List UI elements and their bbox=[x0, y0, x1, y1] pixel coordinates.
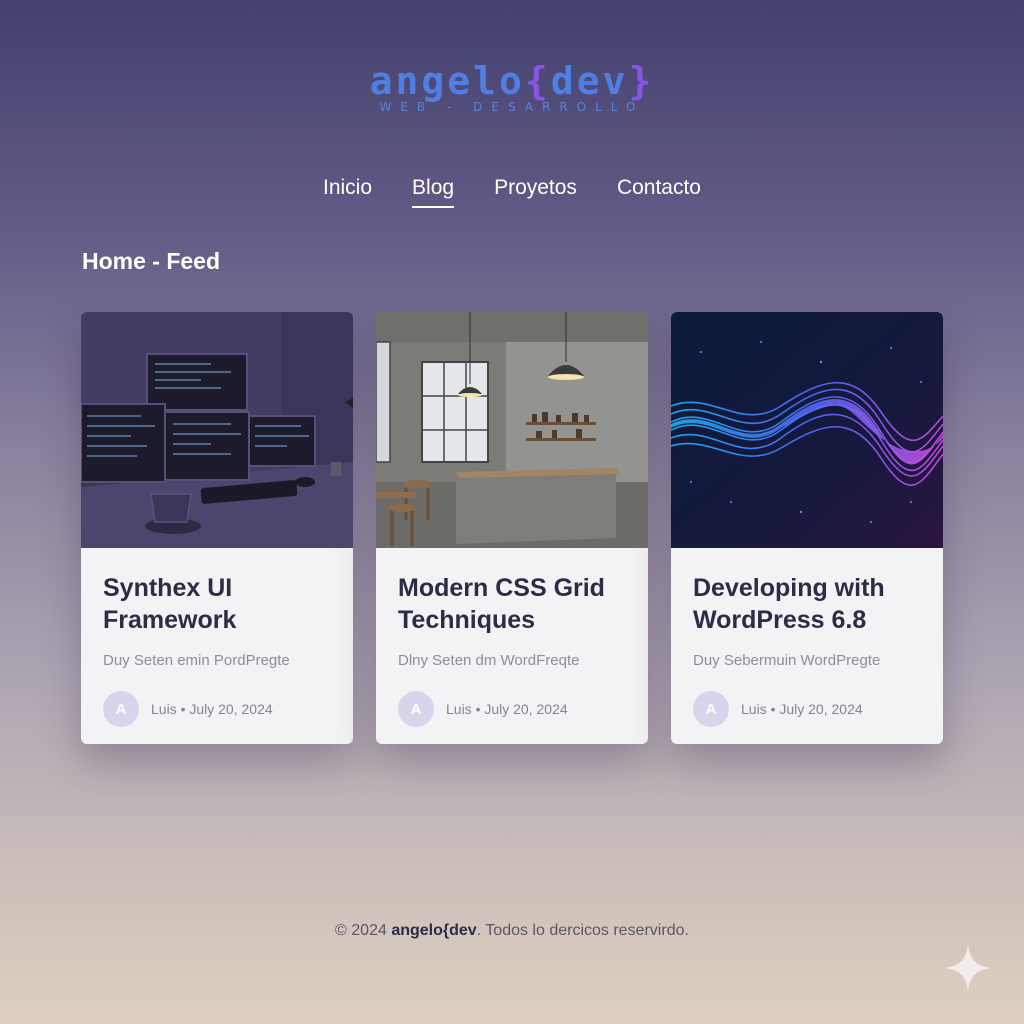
logo-accent: dev bbox=[550, 59, 629, 103]
post-title[interactable]: Developing with WordPress 6.8 bbox=[693, 572, 921, 636]
nav-item-inicio[interactable]: Inicio bbox=[323, 176, 372, 208]
post-card[interactable]: Modern CSS Grid Techniques Dlny Seten dm… bbox=[376, 312, 648, 744]
post-image-concrete-kitchen[interactable] bbox=[376, 312, 648, 548]
footer-copyright: © 2024 bbox=[335, 922, 387, 939]
post-excerpt: Dlny Seten dm WordFreqte bbox=[398, 652, 580, 669]
logo-wordmark: angelo{dev} bbox=[0, 62, 1024, 100]
site-logo[interactable]: angelo{dev} WEB - DESARROLLO bbox=[0, 62, 1024, 114]
logo-brace-close: } bbox=[628, 59, 655, 103]
post-excerpt: Duy Sebermuin WordPregte bbox=[693, 652, 881, 669]
nav-item-blog[interactable]: Blog bbox=[412, 176, 455, 208]
post-card-body: Modern CSS Grid Techniques Dlny Seten dm… bbox=[376, 548, 648, 727]
page-title: Home - Feed bbox=[82, 248, 221, 274]
footer-brand: angelo{dev bbox=[391, 922, 477, 939]
main-nav: Inicio Blog Proyetos Contacto bbox=[0, 176, 1024, 208]
post-author-date: Luis • July 20, 2024 bbox=[151, 701, 273, 717]
post-author-date: Luis • July 20, 2024 bbox=[741, 701, 863, 717]
nav-item-proyetos[interactable]: Proyetos bbox=[494, 176, 577, 208]
sparkle-icon bbox=[940, 940, 996, 996]
post-grid: Synthex UI Framework Duy Seten emin Pord… bbox=[81, 312, 943, 744]
post-meta: A Luis • July 20, 2024 bbox=[103, 691, 331, 727]
nav-item-contacto[interactable]: Contacto bbox=[617, 176, 701, 208]
logo-name: angelo bbox=[369, 59, 525, 103]
post-author-date: Luis • July 20, 2024 bbox=[446, 701, 568, 717]
post-title[interactable]: Modern CSS Grid Techniques bbox=[398, 572, 626, 636]
avatar: A bbox=[103, 691, 139, 727]
post-title[interactable]: Synthex UI Framework bbox=[103, 572, 331, 636]
post-card[interactable]: Developing with WordPress 6.8 Duy Seberm… bbox=[671, 312, 943, 744]
post-meta: A Luis • July 20, 2024 bbox=[693, 691, 921, 727]
avatar: A bbox=[398, 691, 434, 727]
post-image-particle-wave[interactable] bbox=[671, 312, 943, 548]
site-footer: © 2024 angelo{dev. Todos lo dercicos res… bbox=[0, 922, 1024, 940]
footer-rights: . Todos lo dercicos reservirdo. bbox=[476, 922, 689, 939]
post-card[interactable]: Synthex UI Framework Duy Seten emin Pord… bbox=[81, 312, 353, 744]
post-image-desk-monitors[interactable] bbox=[81, 312, 353, 548]
post-meta: A Luis • July 20, 2024 bbox=[398, 691, 626, 727]
logo-brace-open: { bbox=[524, 59, 551, 103]
post-excerpt: Duy Seten emin PordPregte bbox=[103, 652, 290, 669]
post-card-body: Synthex UI Framework Duy Seten emin Pord… bbox=[81, 548, 353, 727]
logo-tagline: WEB - DESARROLLO bbox=[379, 100, 645, 114]
post-card-body: Developing with WordPress 6.8 Duy Seberm… bbox=[671, 548, 943, 727]
avatar: A bbox=[693, 691, 729, 727]
